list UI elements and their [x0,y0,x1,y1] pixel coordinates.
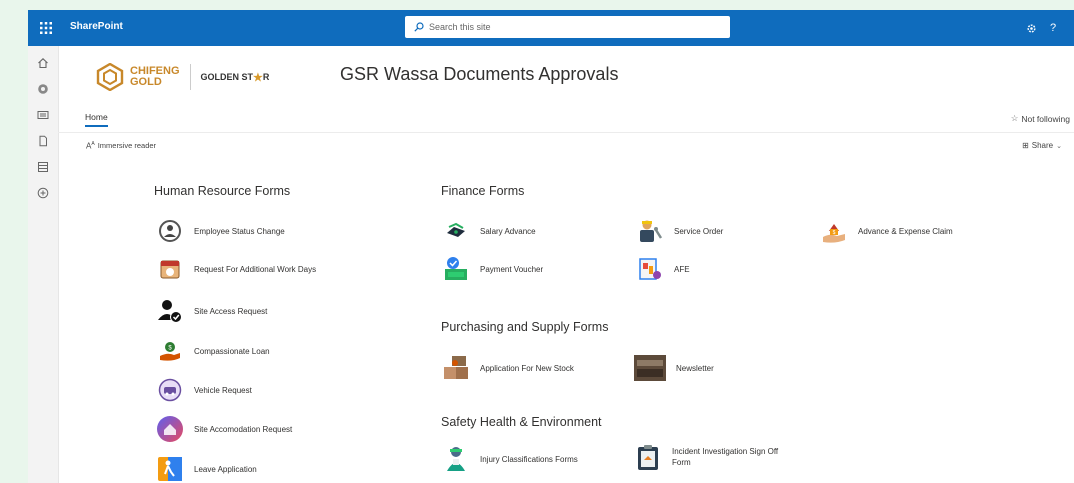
section-title-hr: Human Resource Forms [154,184,291,198]
leave-icon [156,456,184,482]
chevron-down-icon: ⌄ [1056,142,1062,150]
app-launcher-icon[interactable] [28,10,64,46]
follow-label: Not following [1021,113,1070,124]
quick-link-label: Injury Classifications Forms [480,454,578,464]
quick-link-leave-application[interactable]: Leave Application [156,456,257,482]
search-box[interactable]: Search this site [405,16,730,38]
site-navigation: Home ☆ Not following [58,106,1074,133]
incident-clipboard-icon [634,444,662,470]
payment-voucher-icon [442,256,470,282]
gear-icon[interactable] [1020,23,1042,34]
quick-link-incident-investigation-sign-off[interactable]: Incident Investigation Sign Off Form [634,444,790,470]
partner-logo-text-right: R [262,72,270,82]
star-outline-icon: ☆ [1010,113,1019,123]
vehicle-icon [156,377,184,403]
add-icon[interactable] [36,186,50,200]
library-icon[interactable] [36,160,50,174]
quick-link-employee-status-change[interactable]: Employee Status Change [156,218,285,244]
quick-link-site-accomodation-request[interactable]: Site Accomodation Request [156,416,292,442]
quick-link-advance-expense-claim[interactable]: $ Advance & Expense Claim [820,218,953,244]
quick-link-compassionate-loan[interactable]: $ Compassionate Loan [156,338,270,364]
employee-status-icon [156,218,184,244]
newsletter-icon [634,355,666,381]
injury-icon [442,446,470,472]
quick-link-newsletter[interactable]: Newsletter [634,355,714,381]
quick-link-label: Employee Status Change [194,226,285,236]
home-icon[interactable] [36,56,50,70]
expense-claim-icon: $ [820,218,848,244]
chifeng-logo-icon [96,63,124,91]
quick-link-label: Application For New Stock [480,363,574,373]
quick-link-site-access-request[interactable]: Site Access Request [156,298,267,324]
quick-link-label: AFE [674,264,690,274]
search-icon [414,22,424,32]
left-app-rail [28,46,59,483]
star-icon: ★ [253,71,263,84]
quick-link-label: Site Accomodation Request [194,424,293,434]
section-title-purchasing: Purchasing and Supply Forms [441,320,609,334]
quick-link-label: Leave Application [194,464,257,474]
quick-link-label: Vehicle Request [194,385,252,395]
salary-advance-icon [442,218,470,244]
quick-link-request-additional-work-days[interactable]: Request For Additional Work Days [156,256,316,282]
site-header: CHIFENG GOLD GOLDEN ST ★ R GSR Wassa Doc… [58,46,1074,106]
quick-link-label: Request For Additional Work Days [194,264,317,274]
section-title-finance: Finance Forms [441,184,525,198]
section-title-safety: Safety Health & Environment [441,415,602,429]
service-order-icon [636,218,664,244]
search-placeholder: Search this site [429,22,491,32]
quick-link-label: Advance & Expense Claim [858,226,953,236]
site-logo[interactable]: CHIFENG GOLD GOLDEN ST ★ R [96,57,269,97]
quick-link-salary-advance[interactable]: Salary Advance [442,218,536,244]
logo-name-line2: GOLD [130,76,162,88]
nav-home-link[interactable]: Home [85,112,108,127]
news-icon[interactable] [36,108,50,122]
app-name[interactable]: SharePoint [70,21,123,32]
follow-button[interactable]: ☆ Not following [1011,113,1070,124]
user-check-icon [156,298,184,324]
share-icon: ⊞ [1022,141,1029,150]
command-bar: AA Immersive reader ⊞ Share ⌄ [58,133,1074,159]
immersive-reader-label: Immersive reader [97,141,157,151]
suite-bar: SharePoint Search this site ? [28,10,1074,46]
quick-link-label: Compassionate Loan [194,346,270,356]
file-icon[interactable] [36,134,50,148]
share-label: Share [1031,141,1054,150]
calendar-request-icon [156,256,184,282]
quick-link-afe[interactable]: AFE [636,256,690,282]
accommodation-icon [156,416,184,442]
quick-link-label: Payment Voucher [480,264,544,274]
quick-link-vehicle-request[interactable]: Vehicle Request [156,377,252,403]
quick-link-injury-classifications[interactable]: Injury Classifications Forms [442,446,578,472]
quick-link-application-new-stock[interactable]: Application For New Stock [442,355,574,381]
loan-hand-icon: $ [156,338,184,364]
site-title: GSR Wassa Documents Approvals [340,64,619,84]
help-icon[interactable]: ? [1042,22,1064,34]
quick-link-payment-voucher[interactable]: Payment Voucher [442,256,543,282]
quick-link-label: Salary Advance [480,226,536,236]
quick-link-label: Newsletter [676,363,714,373]
stock-icon [442,355,470,381]
quick-link-service-order[interactable]: Service Order [636,218,723,244]
sharepoint-window: SharePoint Search this site ? CHIFENG GO… [28,10,1074,483]
partner-logo-text-left: GOLDEN ST [200,72,254,82]
svg-text:$: $ [833,230,836,236]
share-button[interactable]: ⊞ Share ⌄ [1022,141,1062,150]
quick-link-label: Incident Investigation Sign Off Form [672,447,779,467]
afe-icon [636,256,664,282]
quick-link-label: Service Order [674,226,724,236]
globe-icon[interactable] [36,82,50,96]
immersive-reader-button[interactable]: AA Immersive reader [86,141,156,151]
quick-link-label: Site Access Request [194,306,268,316]
immersive-reader-icon: AA [86,141,95,151]
